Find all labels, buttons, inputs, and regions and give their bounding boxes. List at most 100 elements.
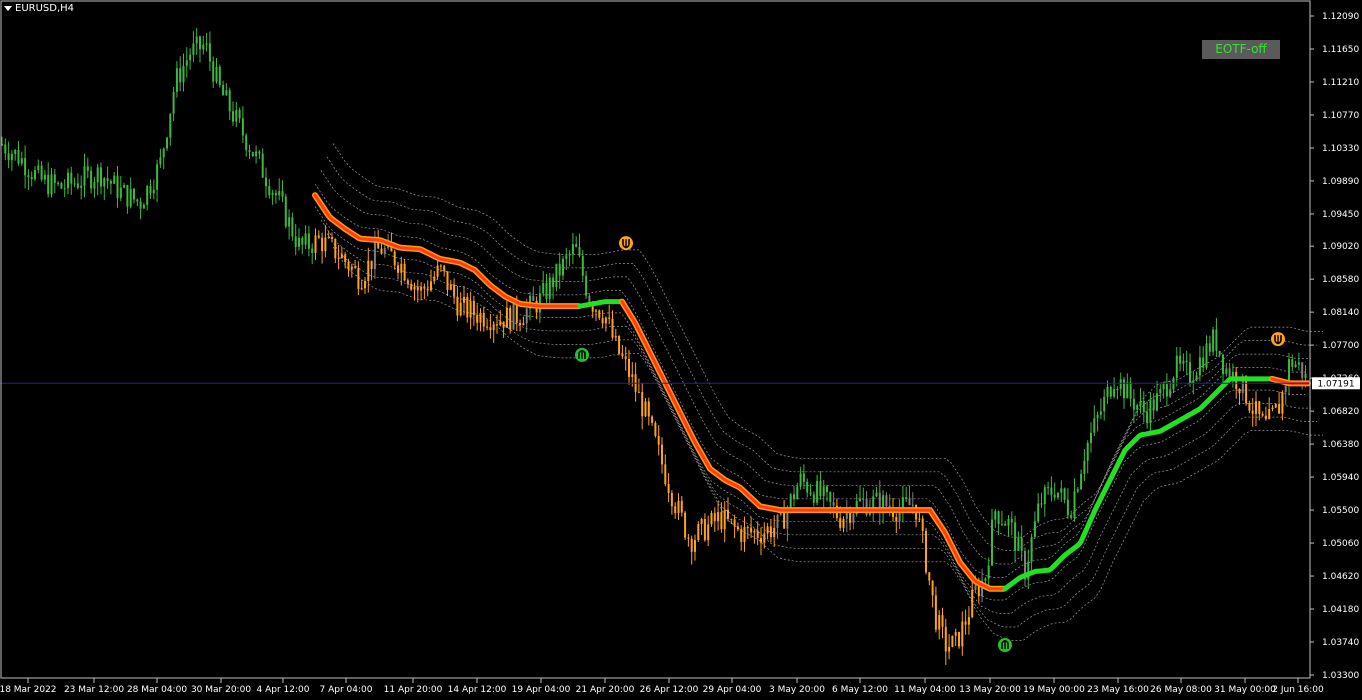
candle-body — [288, 217, 291, 227]
candle-body — [1123, 379, 1125, 399]
candle-body — [796, 486, 799, 500]
candle-body — [512, 303, 515, 330]
candle-body — [598, 310, 601, 318]
candle-body — [723, 509, 726, 530]
candle-body — [334, 238, 337, 259]
candle-body — [1169, 389, 1172, 397]
candle-body — [142, 204, 145, 209]
candle-body — [347, 261, 350, 270]
candle-body — [555, 263, 558, 288]
chart-title[interactable]: EURUSD,H4 — [4, 3, 74, 14]
candle-body — [43, 174, 46, 180]
candle-body — [1251, 410, 1254, 414]
candle-body — [1004, 523, 1007, 526]
candle-body — [1291, 359, 1294, 367]
candle-body — [657, 435, 660, 445]
candle-body — [304, 233, 307, 245]
symbol-timeframe-label: EURUSD,H4 — [15, 3, 75, 14]
candle-body — [129, 188, 132, 207]
candle-body — [1281, 392, 1284, 414]
price-chart[interactable]: 1.12090 1.11650 1.11210 1.10770 1.10330 1.098… — [0, 0, 1362, 700]
candle-body — [337, 258, 340, 260]
candle-body — [519, 322, 522, 326]
candle-body — [218, 66, 221, 85]
x-tick-label: 26 May 08:00 — [1150, 685, 1212, 695]
x-tick-label: 7 Apr 04:00 — [320, 685, 373, 695]
arrow-down-signal-icon — [619, 236, 633, 251]
candle-body — [773, 528, 776, 538]
candle-body — [829, 492, 832, 503]
candle-body — [614, 335, 617, 338]
candle-body — [162, 148, 165, 158]
candle-body — [578, 246, 581, 256]
x-tick-label: 2 Jun 16:00 — [1272, 685, 1324, 695]
candle-body — [763, 533, 766, 543]
candle-body — [552, 277, 555, 288]
candle-body — [733, 519, 736, 527]
candle-body — [624, 356, 627, 359]
candle-body — [826, 486, 828, 493]
y-tick-label: 1.04620 — [1322, 572, 1359, 582]
candle-body — [20, 158, 23, 164]
candle-body — [941, 615, 944, 627]
candle-body — [63, 188, 66, 190]
candle-body — [964, 621, 967, 625]
candle-body — [967, 617, 970, 625]
y-tick-label: 1.04180 — [1322, 605, 1359, 615]
candle-body — [215, 66, 218, 82]
candle-body — [1304, 373, 1307, 379]
candle-body — [255, 151, 258, 157]
candle-body — [10, 153, 13, 161]
candle-body — [845, 512, 848, 519]
candle-body — [842, 518, 845, 528]
candle-body — [340, 254, 343, 259]
candle-body — [76, 183, 79, 188]
candle-body — [885, 495, 888, 507]
candle-body — [802, 473, 805, 482]
candle-body — [430, 281, 432, 291]
candle-body — [86, 166, 89, 171]
candle-body — [1070, 515, 1073, 518]
candle-body — [928, 572, 931, 581]
candle-body — [730, 518, 733, 520]
x-tick-label: 14 Apr 12:00 — [448, 685, 507, 695]
candle-body — [327, 237, 330, 239]
candle-body — [872, 496, 875, 509]
candle-body — [100, 167, 102, 187]
candle-body — [80, 185, 83, 188]
candle-body — [1090, 432, 1092, 443]
y-tick-label: 1.10330 — [1322, 144, 1359, 154]
candle-body — [225, 90, 228, 96]
candle-body — [905, 497, 908, 499]
candle-body — [271, 192, 274, 195]
candle-body — [317, 235, 320, 238]
dropdown-triangle-icon[interactable] — [4, 6, 12, 11]
candle-body — [298, 237, 300, 247]
candle-body — [793, 494, 795, 500]
candle-body — [1297, 362, 1300, 365]
candle-body — [911, 504, 914, 506]
candle-body — [1126, 382, 1129, 399]
candle-body — [1106, 386, 1109, 397]
eotf-toggle-button[interactable]: EOTF-off — [1202, 40, 1280, 59]
candle-body — [710, 512, 713, 525]
x-tick-label: 11 May 04:00 — [894, 685, 956, 695]
x-tick-label: 19 Apr 04:00 — [512, 685, 571, 695]
candle-body — [934, 595, 937, 630]
candle-body — [875, 492, 878, 497]
candle-body — [809, 492, 812, 495]
candle-body — [294, 236, 297, 247]
candle-body — [119, 187, 122, 199]
x-tick-label: 3 May 20:00 — [769, 685, 825, 695]
candle-body — [1162, 383, 1165, 390]
candle-body — [525, 308, 528, 324]
candle-body — [1083, 460, 1086, 474]
candle-body — [1264, 415, 1267, 420]
candle-body — [1301, 362, 1304, 379]
candle-body — [377, 242, 380, 249]
candle-body — [832, 502, 835, 506]
candle-body — [1182, 360, 1185, 364]
candle-body — [27, 175, 30, 178]
candle-body — [608, 317, 611, 319]
candle-body — [189, 54, 192, 61]
